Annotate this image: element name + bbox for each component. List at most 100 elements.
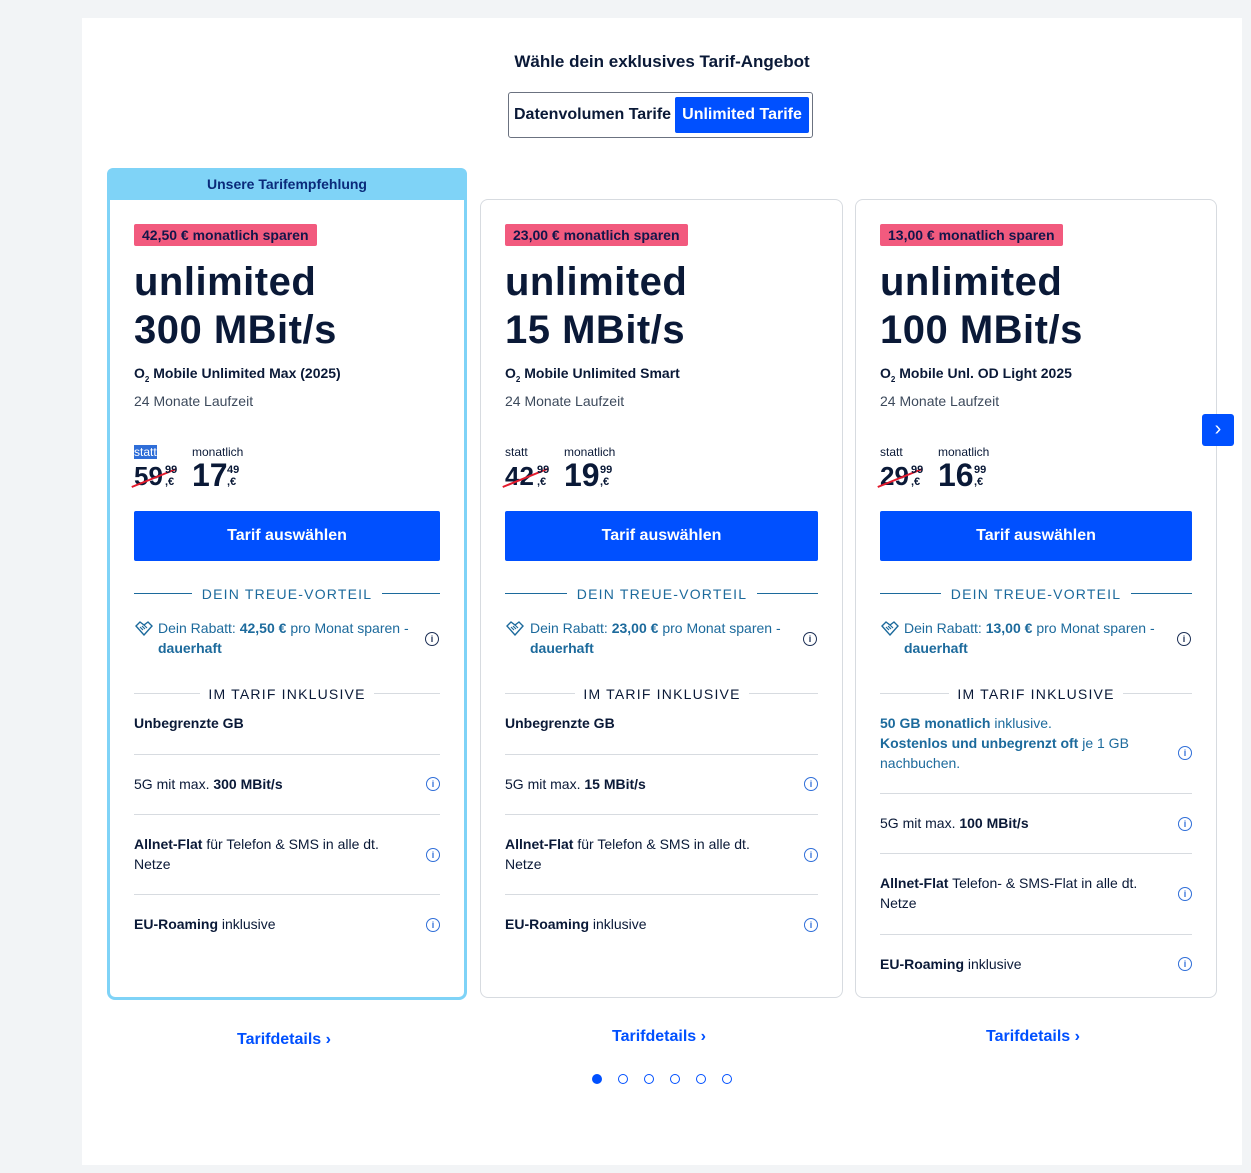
info-icon[interactable]: i	[803, 632, 817, 646]
feature-divider	[505, 894, 818, 895]
info-icon[interactable]: i	[426, 848, 440, 862]
select-tariff-button[interactable]: Tarif auswählen	[880, 511, 1192, 561]
feature-divider	[880, 853, 1192, 854]
info-icon[interactable]: i	[1178, 746, 1192, 760]
info-icon[interactable]: i	[426, 777, 440, 791]
info-icon[interactable]: i	[1178, 887, 1192, 901]
feature-divider	[134, 814, 440, 815]
carousel-dot-5[interactable]	[696, 1074, 706, 1084]
divider-left	[880, 693, 949, 694]
old-price: 29	[877, 461, 923, 492]
info-icon[interactable]: i	[1178, 817, 1192, 831]
tariff-title-line2: 300 MBit/s	[134, 308, 337, 352]
divider-right	[382, 593, 440, 594]
carousel-dot-4[interactable]	[670, 1074, 680, 1084]
inclusive-title: IM TARIF INKLUSIVE	[583, 686, 741, 702]
divider-right	[1131, 593, 1192, 594]
old-price: 42	[502, 461, 548, 492]
tariff-title-line1: unlimited	[880, 260, 1063, 304]
feature-gb: 50 GB monatlich inklusive. Kostenlos und …	[880, 715, 1129, 771]
monthly-price: 19	[564, 457, 600, 493]
monthly-price-cents: 49 ,€	[227, 464, 240, 488]
divider-right	[757, 593, 818, 594]
tariff-title-line2: 15 MBit/s	[505, 308, 686, 352]
inclusive-title: IM TARIF INKLUSIVE	[208, 686, 366, 702]
info-icon[interactable]: i	[804, 848, 818, 862]
info-icon[interactable]: i	[804, 918, 818, 932]
contract-term: 24 Monate Laufzeit	[134, 393, 254, 409]
monthly-price: 16	[938, 457, 974, 493]
carousel-next-button[interactable]: ›	[1202, 414, 1234, 446]
handshake-icon	[135, 621, 153, 637]
chevron-right-icon: ›	[1214, 418, 1222, 440]
old-price-cents: 99 ,€	[537, 464, 550, 488]
feature-5g: 5G mit max. 100 MBit/s	[880, 815, 1029, 831]
feature-gb: Unbegrenzte GB	[134, 715, 244, 731]
info-icon[interactable]: i	[426, 918, 440, 932]
divider-left	[505, 593, 567, 594]
old-price-cents: 99 ,€	[165, 464, 178, 488]
contract-term: 24 Monate Laufzeit	[505, 393, 625, 409]
tariff-name: O2 Mobile Unlimited Smart	[505, 365, 680, 384]
monthly-price-cents: 99 ,€	[974, 464, 987, 488]
carousel-dot-2[interactable]	[618, 1074, 628, 1084]
divider-right	[749, 693, 818, 694]
feature-5g: 5G mit max. 300 MBit/s	[134, 776, 283, 792]
divider-left	[134, 593, 192, 594]
rabatt-text: Dein Rabatt: 23,00 € pro Monat sparen -d…	[530, 620, 781, 656]
monthly-price-cents: 99 ,€	[600, 464, 613, 488]
select-tariff-button[interactable]: Tarif auswählen	[134, 511, 440, 561]
tariff-title-line2: 100 MBit/s	[880, 308, 1083, 352]
tariff-name: O2 Mobile Unl. OD Light 2025	[880, 365, 1072, 384]
old-price-cents: 99 ,€	[911, 464, 924, 488]
page-title: Wähle dein exklusives Tarif-Angebot	[514, 52, 810, 71]
feature-allnet: Allnet-Flat Telefon- & SMS-Flat in alle …	[880, 875, 1138, 911]
tariff-name: O2 Mobile Unlimited Max (2025)	[134, 365, 341, 384]
save-badge: 13,00 € monatlich sparen	[880, 224, 1063, 246]
tariff-title-line1: unlimited	[505, 260, 688, 304]
statt-label: statt	[134, 445, 157, 459]
treue-title: DEIN TREUE-VORTEIL	[576, 586, 748, 602]
tariff-title-line1: unlimited	[134, 260, 317, 304]
feature-roaming: EU-Roaming inklusive	[505, 916, 647, 932]
carousel-dot-1[interactable]	[592, 1074, 602, 1084]
monthly-price: 17	[192, 457, 228, 493]
feature-5g: 5G mit max. 15 MBit/s	[505, 776, 646, 792]
tariff-type-toggle: Datenvolumen Tarife Unlimited Tarife	[508, 92, 813, 138]
statt-label: statt	[880, 445, 903, 459]
save-badge: 42,50 € monatlich sparen	[134, 224, 317, 246]
feature-allnet: Allnet-Flat für Telefon & SMS in alle dt…	[134, 836, 379, 872]
tariff-details-link[interactable]: Tarifdetails ›	[612, 1028, 706, 1046]
divider-right	[374, 693, 440, 694]
old-price: 59	[131, 461, 177, 492]
info-icon[interactable]: i	[1177, 632, 1191, 646]
info-icon[interactable]: i	[1178, 957, 1192, 971]
carousel-dot-6[interactable]	[722, 1074, 732, 1084]
info-icon[interactable]: i	[425, 632, 439, 646]
statt-label: statt	[505, 445, 528, 459]
select-tariff-button[interactable]: Tarif auswählen	[505, 511, 818, 561]
tariff-details-link[interactable]: Tarifdetails ›	[986, 1028, 1080, 1046]
rabatt-text: Dein Rabatt: 13,00 € pro Monat sparen -d…	[904, 620, 1155, 656]
feature-roaming: EU-Roaming inklusive	[134, 916, 276, 932]
rabatt-text: Dein Rabatt: 42,50 € pro Monat sparen -d…	[158, 620, 409, 656]
feature-divider	[505, 754, 818, 755]
divider-right	[1123, 693, 1192, 694]
feature-roaming: EU-Roaming inklusive	[880, 956, 1022, 972]
tariff-details-link[interactable]: Tarifdetails ›	[237, 1031, 331, 1049]
divider-left	[134, 693, 200, 694]
feature-divider	[134, 754, 440, 755]
inclusive-title: IM TARIF INKLUSIVE	[957, 686, 1115, 702]
carousel-dot-3[interactable]	[644, 1074, 654, 1084]
treue-title: DEIN TREUE-VORTEIL	[201, 586, 373, 602]
feature-divider	[880, 793, 1192, 794]
toggle-datenvolumen[interactable]: Datenvolumen Tarife	[514, 97, 671, 133]
feature-gb: Unbegrenzte GB	[505, 715, 615, 731]
handshake-icon	[506, 621, 524, 637]
handshake-icon	[881, 621, 899, 637]
contract-term: 24 Monate Laufzeit	[880, 393, 1000, 409]
info-icon[interactable]: i	[804, 777, 818, 791]
feature-divider	[880, 934, 1192, 935]
toggle-unlimited[interactable]: Unlimited Tarife	[675, 97, 809, 133]
save-badge: 23,00 € monatlich sparen	[505, 224, 688, 246]
